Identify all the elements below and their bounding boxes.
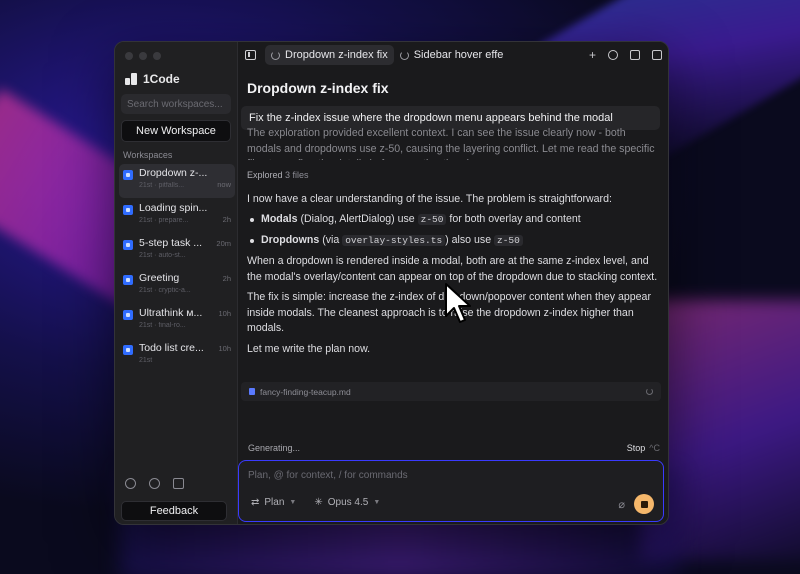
paragraph-next-step: Let me write the plan now. bbox=[247, 342, 371, 355]
sidebar: 1Code New Workspace Workspaces Dropdown … bbox=[115, 42, 238, 524]
tab-dropdown-z-index-fix[interactable]: Dropdown z-index fix bbox=[265, 45, 394, 65]
chevron-down-icon: ▼ bbox=[289, 499, 297, 506]
model-label: Opus 4.5 bbox=[327, 497, 369, 508]
tab-label: Dropdown z-index fix bbox=[285, 49, 388, 61]
understanding-text: I now have a clear understanding of the … bbox=[247, 192, 612, 205]
workspace-time: now bbox=[217, 179, 231, 189]
app-logo-icon bbox=[125, 73, 137, 85]
maximize-window-button[interactable] bbox=[153, 52, 161, 60]
loading-spinner-icon bbox=[271, 50, 280, 60]
workspace-icon bbox=[123, 240, 133, 250]
assistant-message: The exploration provided excellent conte… bbox=[247, 127, 659, 362]
plan-mode-icon: ⇄ bbox=[251, 497, 260, 508]
workspace-title: Dropdown z-... bbox=[139, 167, 208, 179]
composer: ⇄ Plan ▼ ✳ Opus 4.5 ▼ ⌀ bbox=[238, 460, 664, 522]
workspace-title: Greeting bbox=[139, 272, 180, 284]
explored-count: 3 files bbox=[285, 170, 309, 180]
attach-paperclip-icon[interactable]: ⌀ bbox=[618, 498, 625, 511]
mode-label: Plan bbox=[264, 497, 285, 508]
workspace-time: 2h bbox=[222, 273, 231, 283]
generation-status-bar: Generating... Stop ^C bbox=[248, 440, 660, 456]
model-selector[interactable]: ✳ Opus 4.5 ▼ bbox=[314, 497, 380, 508]
chat-input[interactable] bbox=[248, 470, 548, 481]
composer-options: ⇄ Plan ▼ ✳ Opus 4.5 ▼ bbox=[251, 497, 380, 508]
chat-title: Dropdown z-index fix bbox=[247, 80, 389, 96]
workspace-subtitle: 21st · prepare... bbox=[139, 217, 189, 224]
model-sparkle-icon: ✳ bbox=[314, 497, 323, 508]
workspace-icon bbox=[123, 205, 133, 215]
workspace-icon bbox=[123, 310, 133, 320]
workspace-title: 5-step task ... bbox=[139, 237, 203, 249]
workspace-time: 20m bbox=[216, 238, 231, 248]
mouse-pointer-icon bbox=[445, 283, 471, 323]
mode-selector[interactable]: ⇄ Plan ▼ bbox=[251, 497, 296, 508]
file-icon bbox=[249, 388, 255, 395]
chevron-down-icon: ▼ bbox=[373, 499, 381, 506]
workspace-subtitle: 21st · pitfalls... bbox=[139, 182, 185, 189]
workspace-title: Todo list cre... bbox=[139, 342, 204, 354]
tab-actions: + bbox=[589, 49, 662, 61]
workspace-list: Dropdown z-... 21st · pitfalls... now Lo… bbox=[119, 164, 235, 374]
workspace-item[interactable]: 5-step task ... 20m 21st · auto-st... bbox=[119, 234, 235, 268]
workspace-subtitle: 21st · auto-st... bbox=[139, 252, 186, 259]
workspace-icon bbox=[123, 275, 133, 285]
workspace-time: 2h bbox=[222, 214, 231, 224]
help-icon[interactable] bbox=[149, 478, 160, 489]
stop-label: Stop bbox=[626, 443, 646, 453]
workspaces-section-label: Workspaces bbox=[123, 150, 173, 160]
app-name: 1Code bbox=[143, 72, 180, 86]
workspace-item[interactable]: Greeting 2h 21st · cryptic-a... bbox=[119, 269, 235, 303]
stop-shortcut: ^C bbox=[649, 443, 660, 453]
tab-bar: Dropdown z-index fix Sidebar hover effe … bbox=[238, 42, 668, 68]
workspace-item[interactable]: Ultrathink м... 10h 21st · final-ro... bbox=[119, 304, 235, 338]
new-workspace-button[interactable]: New Workspace bbox=[121, 120, 231, 142]
bullet-dropdowns: Dropdowns (via overlay-styles.ts) also u… bbox=[247, 233, 659, 249]
plan-file-card[interactable]: fancy-finding-teacup.md bbox=[241, 382, 661, 401]
generating-label: Generating... bbox=[248, 443, 301, 453]
workspace-subtitle: 21st · final-ro... bbox=[139, 322, 186, 329]
loading-spinner-icon bbox=[399, 50, 409, 60]
loading-spinner-icon bbox=[646, 388, 653, 395]
workspace-time: 10h bbox=[218, 343, 231, 353]
bullet-modals: Modals (Dialog, AlertDialog) use z-50 fo… bbox=[247, 212, 659, 228]
workspace-title: Ultrathink м... bbox=[139, 307, 203, 319]
workspace-time: 10h bbox=[218, 308, 231, 318]
workspace-item[interactable]: Todo list cre... 10h 21st bbox=[119, 339, 235, 373]
stop-square-icon bbox=[640, 500, 648, 508]
window-controls bbox=[125, 52, 161, 60]
archive-icon[interactable] bbox=[173, 478, 184, 489]
terminal-icon[interactable] bbox=[630, 50, 640, 60]
stop-button[interactable] bbox=[634, 494, 654, 514]
new-tab-plus-icon[interactable]: + bbox=[589, 49, 596, 61]
paragraph-explanation: When a dropdown is rendered inside a mod… bbox=[247, 255, 658, 283]
workspace-icon bbox=[123, 170, 133, 180]
app-window: 1Code New Workspace Workspaces Dropdown … bbox=[114, 41, 669, 525]
toggle-sidebar-icon[interactable] bbox=[245, 50, 256, 60]
minimize-window-button[interactable] bbox=[139, 52, 147, 60]
workspace-title: Loading spin... bbox=[139, 202, 208, 214]
sidebar-footer-icons bbox=[125, 478, 184, 489]
app-brand: 1Code bbox=[125, 72, 180, 86]
preview-panel-icon[interactable] bbox=[652, 50, 662, 60]
workspace-item[interactable]: Dropdown z-... 21st · pitfalls... now bbox=[119, 164, 235, 198]
workspace-icon bbox=[123, 345, 133, 355]
history-clock-icon[interactable] bbox=[608, 50, 618, 60]
explored-files-toggle[interactable]: Explored 3 files bbox=[247, 168, 659, 184]
issue-bullet-list: Modals (Dialog, AlertDialog) use z-50 fo… bbox=[247, 212, 659, 248]
explored-label: Explored bbox=[247, 170, 283, 180]
workspace-subtitle: 21st · cryptic-a... bbox=[139, 287, 191, 294]
close-window-button[interactable] bbox=[125, 52, 133, 60]
plan-file-name: fancy-finding-teacup.md bbox=[260, 386, 351, 397]
workspace-subtitle: 21st bbox=[139, 357, 153, 364]
workspace-item[interactable]: Loading spin... 21st · prepare... 2h bbox=[119, 199, 235, 233]
stop-generation-control[interactable]: Stop ^C bbox=[627, 443, 660, 453]
tab-sidebar-hover-effect[interactable]: Sidebar hover effe bbox=[394, 45, 510, 65]
workspace-search-input[interactable] bbox=[121, 94, 231, 114]
feedback-button[interactable]: Feedback bbox=[121, 501, 227, 521]
tab-label: Sidebar hover effe bbox=[413, 49, 504, 61]
settings-icon[interactable] bbox=[125, 478, 136, 489]
assistant-faded-text: The exploration provided excellent conte… bbox=[247, 127, 655, 160]
